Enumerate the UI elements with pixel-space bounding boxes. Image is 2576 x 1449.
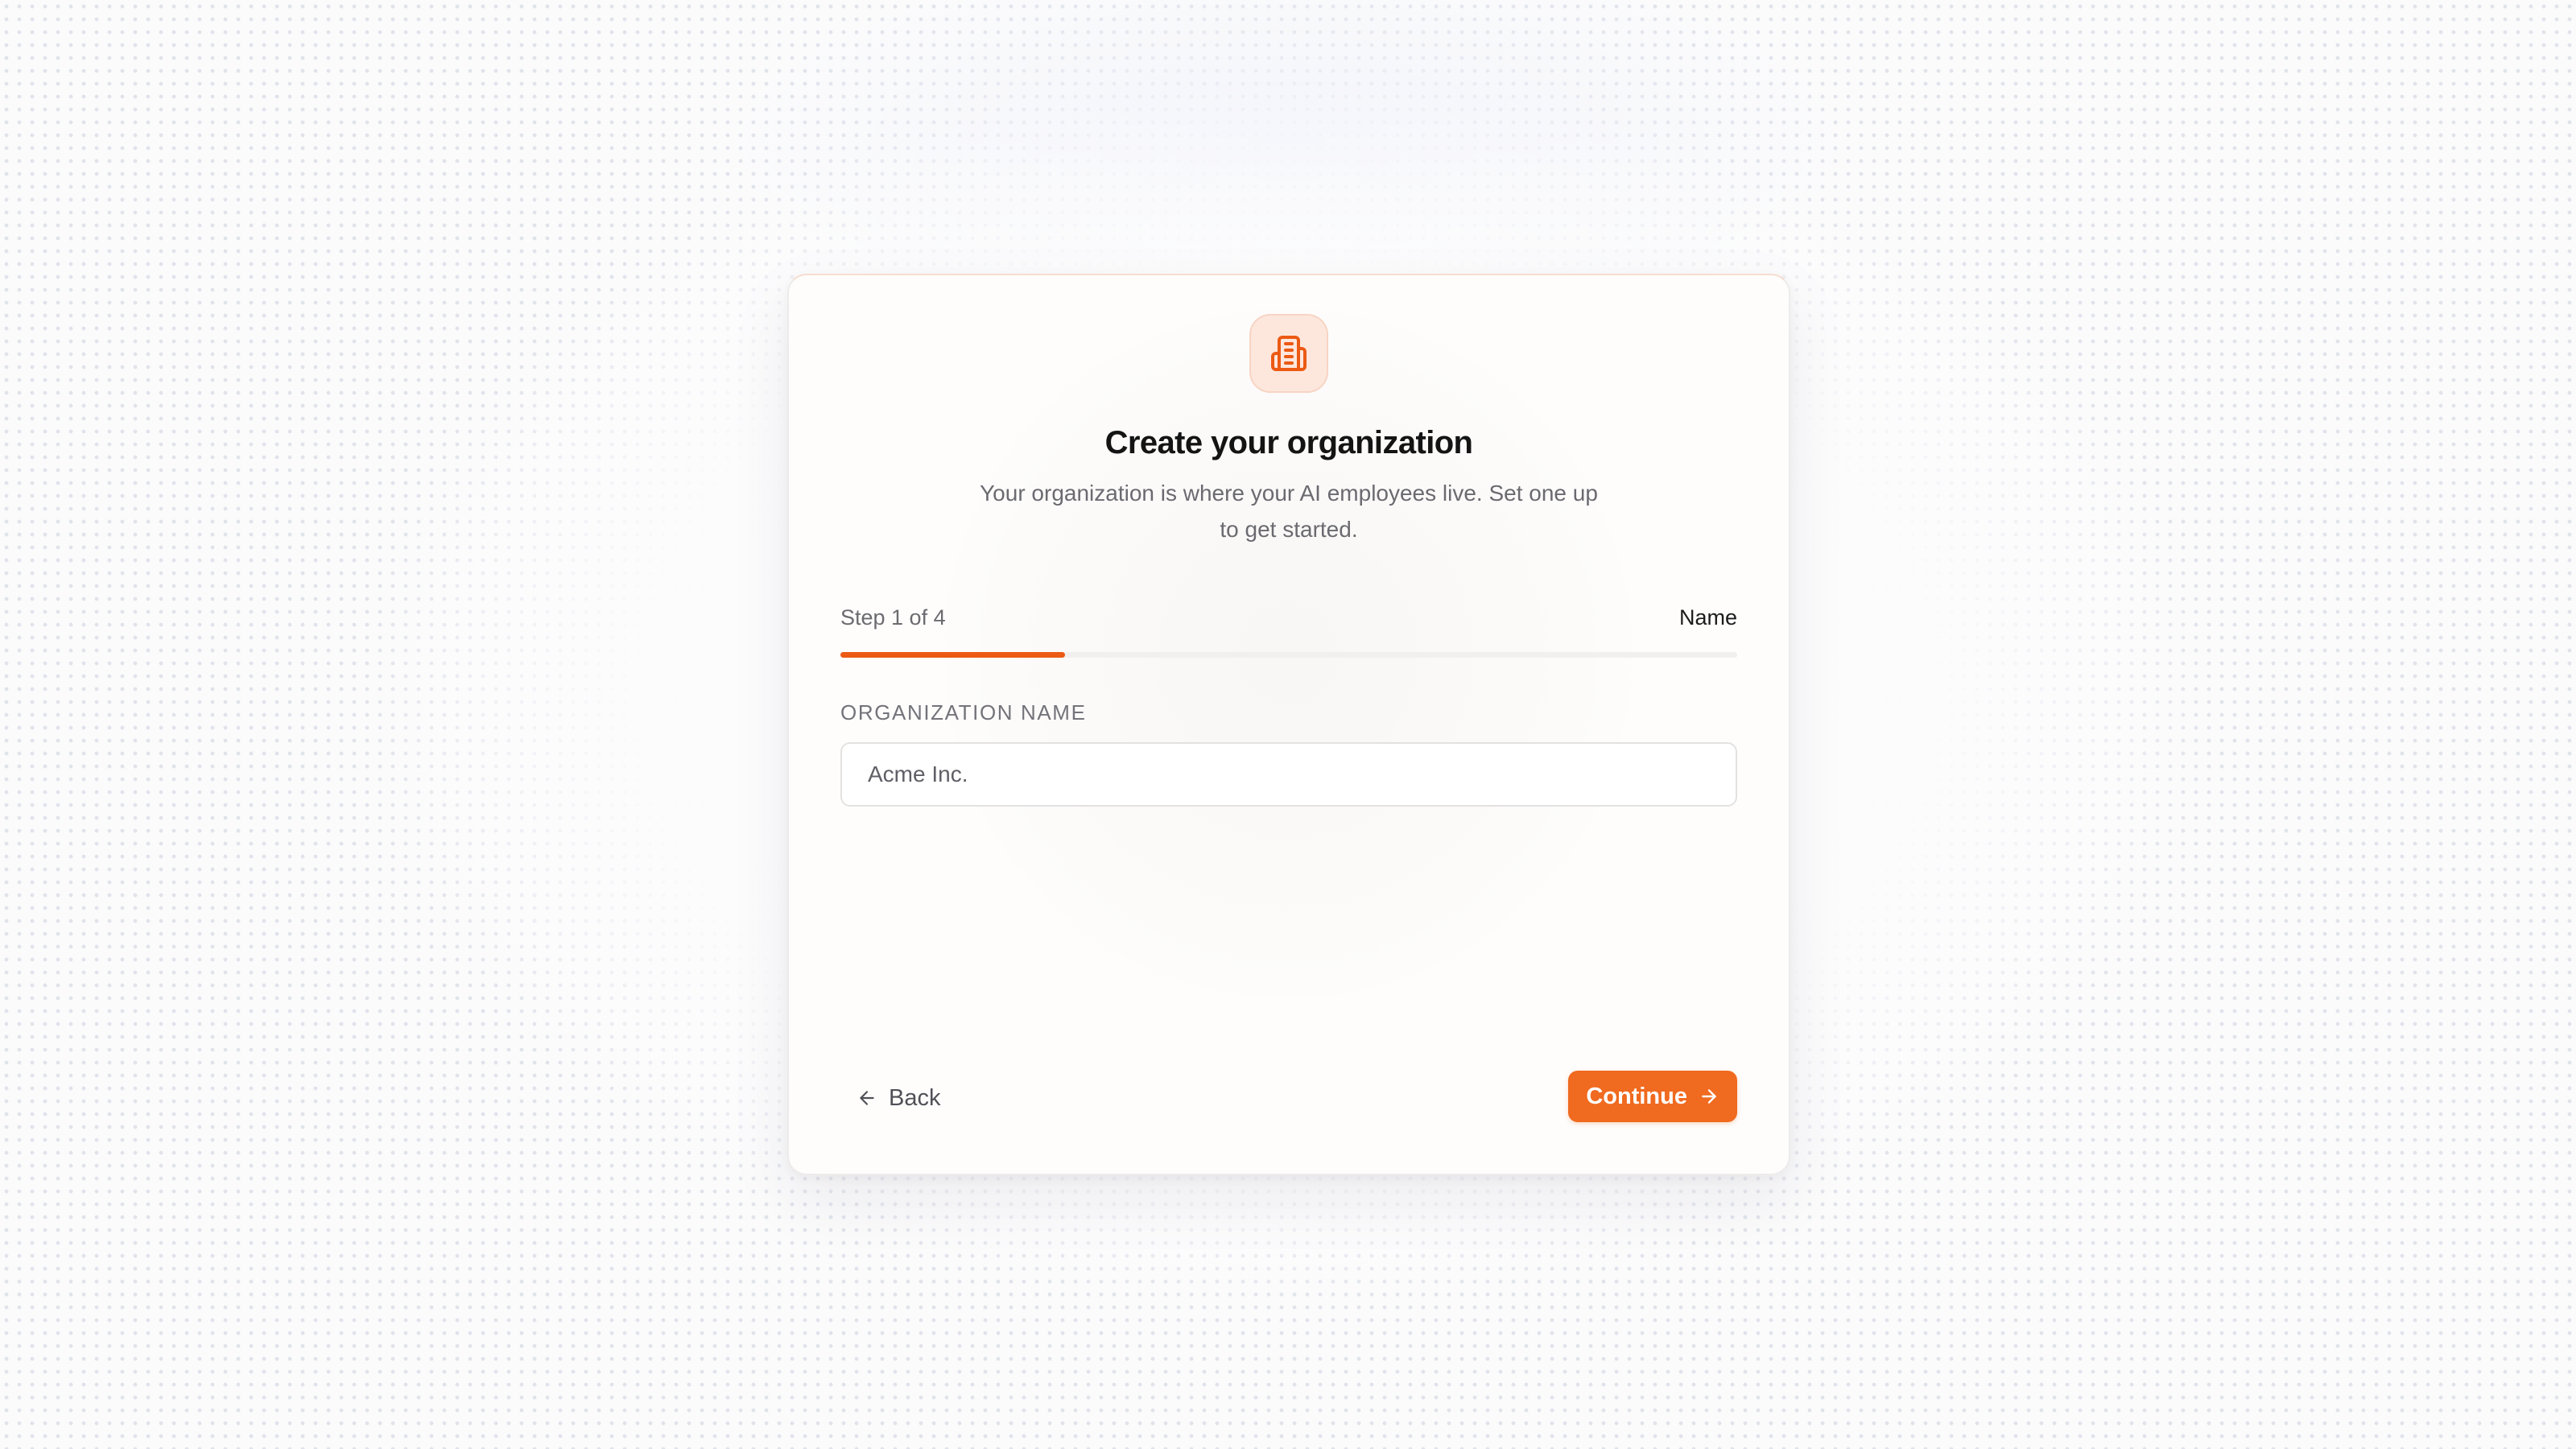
arrow-left-icon xyxy=(857,1088,877,1108)
arrow-right-icon xyxy=(1699,1086,1719,1107)
progress-bar xyxy=(840,652,1737,658)
progress-bar-fill xyxy=(840,652,1065,658)
organization-name-input[interactable] xyxy=(840,742,1737,807)
step-name: Name xyxy=(1678,605,1737,630)
building-icon xyxy=(1271,336,1307,371)
back-button-label: Back xyxy=(889,1084,941,1111)
page-title: Create your organization xyxy=(1104,425,1473,460)
back-button[interactable]: Back xyxy=(840,1072,956,1124)
page-subtitle: Your organization is where your AI emplo… xyxy=(980,481,1598,542)
organization-name-label: ORGANIZATION NAME xyxy=(840,700,1087,724)
onboarding-card: Create your organization Your organizati… xyxy=(787,274,1790,1175)
continue-button[interactable]: Continue xyxy=(1568,1071,1737,1122)
organization-icon-badge xyxy=(1249,314,1328,393)
step-counter: Step 1 of 4 xyxy=(840,605,946,630)
continue-button-label: Continue xyxy=(1586,1083,1687,1109)
